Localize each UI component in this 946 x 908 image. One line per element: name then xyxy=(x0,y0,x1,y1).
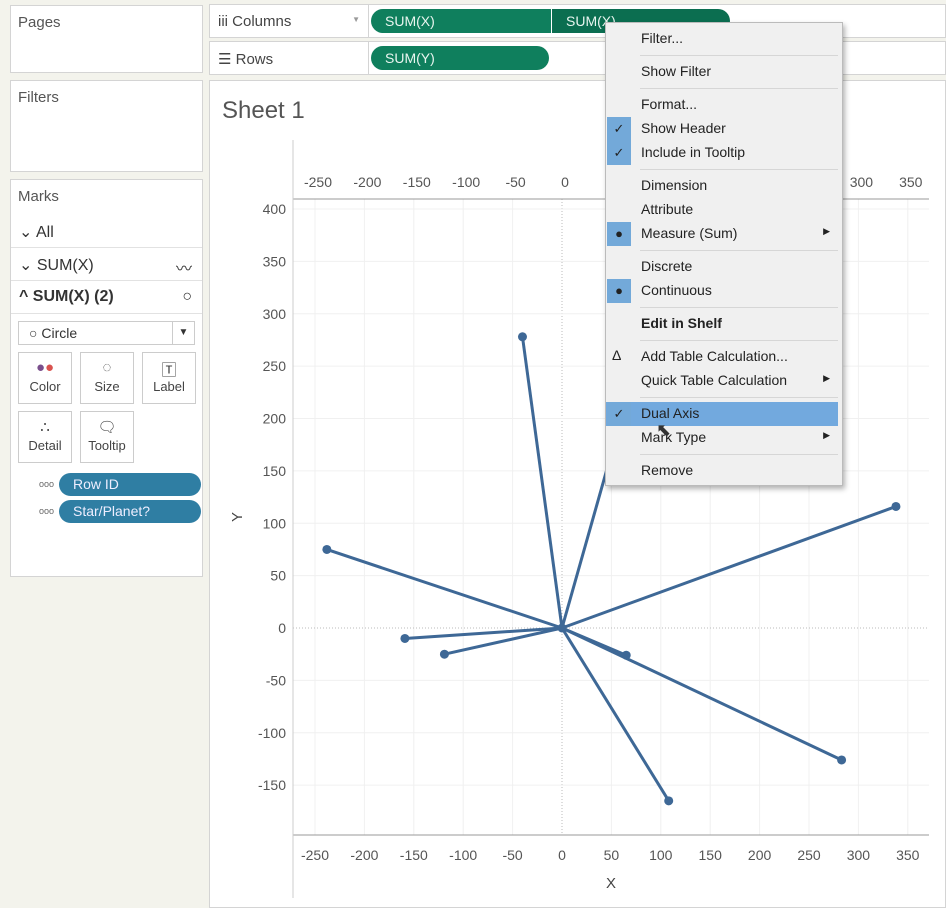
radio-dot-icon: ● xyxy=(607,222,631,246)
y-tick-label: 250 xyxy=(263,358,287,374)
menu-item-filter[interactable]: Filter... xyxy=(606,27,842,51)
menu-separator xyxy=(640,88,838,89)
y-tick-label: 150 xyxy=(263,463,287,479)
menu-item-label: Discrete xyxy=(641,258,693,274)
data-point xyxy=(837,755,847,765)
submenu-arrow-icon: ▶ xyxy=(823,430,830,440)
menu-item-label: Continuous xyxy=(641,282,712,298)
x-top-tick-label: -50 xyxy=(505,174,525,190)
menu-separator xyxy=(640,307,838,308)
menu-item-label: Mark Type xyxy=(641,429,707,445)
menu-item-remove[interactable]: Remove xyxy=(606,459,842,483)
y-axis-title: Y xyxy=(229,512,246,522)
x-axis-title: X xyxy=(606,875,616,892)
check-icon: ✓ xyxy=(607,117,631,141)
menu-item-label: Filter... xyxy=(641,30,684,46)
menu-item-mark-type[interactable]: Mark Type ▶ xyxy=(606,426,842,450)
menu-item-label: Edit in Shelf xyxy=(641,315,722,331)
x-tick-label: 100 xyxy=(649,847,673,863)
y-tick-label: 350 xyxy=(263,253,287,269)
menu-item-label: Attribute xyxy=(641,201,694,217)
x-tick-label: 50 xyxy=(604,847,620,863)
data-point xyxy=(517,332,527,342)
menu-separator xyxy=(640,55,838,56)
center-point xyxy=(557,623,567,633)
menu-item-edit-in-shelf[interactable]: Edit in Shelf xyxy=(606,312,842,336)
x-tick-label: 150 xyxy=(699,847,723,863)
x-top-tick-label: 0 xyxy=(561,174,569,190)
x-tick-label: 200 xyxy=(748,847,772,863)
menu-item-show-filter[interactable]: Show Filter xyxy=(606,60,842,84)
x-tick-label: 300 xyxy=(847,847,871,863)
menu-item-quick-table-calculation[interactable]: Quick Table Calculation ▶ xyxy=(606,369,842,393)
menu-item-include-in-tooltip[interactable]: ✓ Include in Tooltip xyxy=(606,141,842,165)
menu-item-attribute[interactable]: Attribute xyxy=(606,198,842,222)
submenu-arrow-icon: ▶ xyxy=(823,226,830,236)
data-point xyxy=(439,649,449,659)
check-icon: ✓ xyxy=(607,402,631,426)
menu-item-label: Quick Table Calculation xyxy=(641,372,788,388)
x-top-tick-label: -100 xyxy=(452,174,480,190)
x-top-tick-label: 300 xyxy=(850,174,874,190)
menu-item-label: Dual Axis xyxy=(641,405,700,421)
y-tick-label: 100 xyxy=(263,515,287,531)
x-top-tick-label: -200 xyxy=(353,174,381,190)
x-tick-label: -150 xyxy=(400,847,428,863)
menu-item-discrete[interactable]: Discrete xyxy=(606,255,842,279)
menu-separator xyxy=(640,340,838,341)
context-menu: Filter... Show Filter Format... ✓ Show Heade… xyxy=(605,22,843,486)
y-tick-label: -150 xyxy=(258,777,286,793)
submenu-arrow-icon: ▶ xyxy=(823,373,830,383)
menu-item-label: Add Table Calculation... xyxy=(641,348,788,364)
menu-item-label: Include in Tooltip xyxy=(641,144,746,160)
x-tick-label: -100 xyxy=(449,847,477,863)
x-tick-label: 0 xyxy=(558,847,566,863)
menu-separator xyxy=(640,250,838,251)
menu-item-label: Remove xyxy=(641,462,694,478)
x-tick-label: 250 xyxy=(797,847,821,863)
y-tick-label: 50 xyxy=(270,568,286,584)
menu-item-label: Measure (Sum) xyxy=(641,225,738,241)
y-tick-label: 400 xyxy=(263,201,287,217)
check-icon: ✓ xyxy=(607,141,631,165)
y-tick-label: 0 xyxy=(278,620,286,636)
menu-separator xyxy=(640,397,838,398)
y-tick-label: -50 xyxy=(266,672,286,688)
x-tick-label: -200 xyxy=(350,847,378,863)
data-point xyxy=(891,501,901,511)
x-top-tick-label: -150 xyxy=(403,174,431,190)
delta-icon: Δ xyxy=(612,347,622,363)
radio-dot-icon: ● xyxy=(607,279,631,303)
menu-separator xyxy=(640,454,838,455)
menu-item-continuous[interactable]: ● Continuous xyxy=(606,279,842,303)
menu-item-format[interactable]: Format... xyxy=(606,93,842,117)
x-tick-label: -250 xyxy=(301,847,329,863)
menu-item-dual-axis[interactable]: ✓ Dual Axis xyxy=(606,402,838,426)
menu-item-show-header[interactable]: ✓ Show Header xyxy=(606,117,842,141)
menu-item-label: Format... xyxy=(641,96,698,112)
menu-item-add-table-calculation[interactable]: Δ Add Table Calculation... xyxy=(606,345,842,369)
menu-item-dimension[interactable]: Dimension xyxy=(606,174,842,198)
y-tick-label: -100 xyxy=(258,725,286,741)
y-tick-label: 200 xyxy=(263,411,287,427)
menu-item-measure-sum[interactable]: ● Measure (Sum) ▶ xyxy=(606,222,842,246)
x-tick-label: -50 xyxy=(502,847,522,863)
menu-item-label: Dimension xyxy=(641,177,708,193)
menu-separator xyxy=(640,169,838,170)
data-point xyxy=(664,796,674,806)
y-tick-label: 300 xyxy=(263,306,287,322)
x-top-tick-label: -250 xyxy=(304,174,332,190)
menu-item-label: Show Filter xyxy=(641,63,712,79)
data-point xyxy=(400,633,410,643)
x-tick-label: 350 xyxy=(896,847,920,863)
menu-item-label: Show Header xyxy=(641,120,726,136)
x-top-tick-label: 350 xyxy=(899,174,923,190)
mouse-cursor-icon: ⬉ xyxy=(656,420,672,440)
data-point xyxy=(322,544,332,554)
